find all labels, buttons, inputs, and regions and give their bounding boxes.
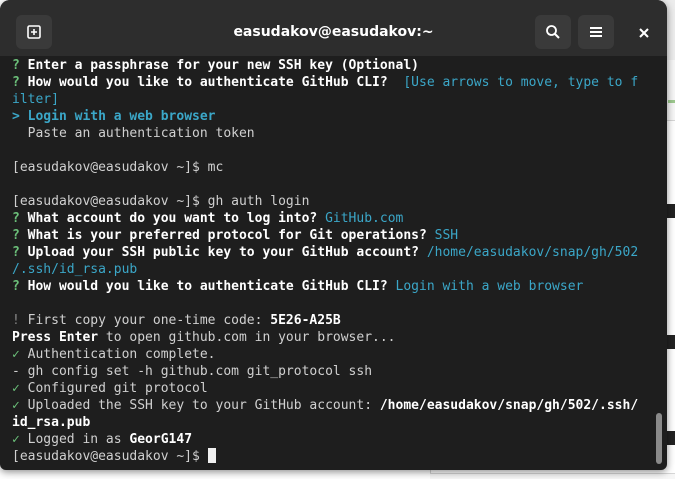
status-text: Authentication complete. xyxy=(19,347,216,362)
prompt-answer: SSH xyxy=(426,228,459,243)
header-bar: easudakov@easudakov:~ xyxy=(0,0,667,56)
terminal-line: id_rsa.pub xyxy=(12,414,654,431)
new-tab-icon xyxy=(27,25,41,39)
key-hint: Press Enter xyxy=(12,330,99,345)
checkmark-icon: ✓ xyxy=(12,381,20,396)
checkmark-icon: ✓ xyxy=(12,347,20,362)
notice-mark: ! xyxy=(12,313,20,328)
prompt-answer: /.ssh/id_rsa.pub xyxy=(12,262,138,277)
prompt-mark: ? xyxy=(12,279,20,294)
status-text: Uploaded the SSH key to your GitHub acco… xyxy=(19,398,380,413)
terminal-line: [easudakov@easudakov ~]$ mc xyxy=(12,159,654,176)
prompt-hint: [Use arrows to move, type to f xyxy=(387,75,639,90)
hamburger-menu-icon xyxy=(590,27,602,37)
terminal-line: [easudakov@easudakov ~]$ xyxy=(12,448,654,465)
window-title: easudakov@easudakov:~ xyxy=(233,24,434,40)
prompt-mark: ? xyxy=(12,58,20,73)
status-text: Configured git protocol xyxy=(19,381,208,396)
terminal-line: ✓ Uploaded the SSH key to your GitHub ac… xyxy=(12,397,654,414)
terminal-line: Press Enter to open github.com in your b… xyxy=(12,329,654,346)
prompt-mark: ? xyxy=(12,75,20,90)
terminal-line: Paste an authentication token xyxy=(12,125,654,142)
key-path: /home/easudakov/snap/gh/502/.ssh/ xyxy=(379,398,639,413)
prompt-question: What account do you want to log into? xyxy=(19,211,318,226)
key-path: id_rsa.pub xyxy=(12,415,91,430)
status-text: Logged in as xyxy=(19,432,130,447)
terminal-line: /.ssh/id_rsa.pub xyxy=(12,261,654,278)
menu-button[interactable] xyxy=(578,15,614,49)
prompt-answer: /home/easudakov/snap/gh/502 xyxy=(419,245,639,260)
terminal-line: [easudakov@easudakov ~]$ gh auth login xyxy=(12,193,654,210)
search-icon xyxy=(546,25,560,39)
search-button[interactable] xyxy=(535,15,571,49)
prompt-answer: GitHub.com xyxy=(317,211,404,226)
status-text: - gh config set -h github.com git_protoc… xyxy=(12,364,373,379)
checkmark-icon: ✓ xyxy=(12,432,20,447)
terminal-line: ? What account do you want to log into? … xyxy=(12,210,654,227)
terminal-line: ✓ Logged in as GeorG147 xyxy=(12,431,654,448)
one-time-code: 5E26-A25B xyxy=(270,313,341,328)
prompt-question: How would you like to authenticate GitHu… xyxy=(19,279,388,294)
text-cursor xyxy=(207,448,216,463)
selected-option: Login with a web browser xyxy=(19,109,216,124)
terminal-line: ! First copy your one-time code: 5E26-A2… xyxy=(12,312,654,329)
close-button[interactable] xyxy=(634,23,654,43)
terminal-line: ? How would you like to authenticate Git… xyxy=(12,74,654,91)
terminal-line: ? How would you like to authenticate Git… xyxy=(12,278,654,295)
terminal-line: ✓ Authentication complete. xyxy=(12,346,654,363)
shell-prompt: [easudakov@easudakov ~]$ xyxy=(12,449,208,464)
selection-marker: > xyxy=(12,109,20,124)
prompt-question: Enter a passphrase for your new SSH key … xyxy=(19,58,419,73)
prompt-hint: ilter] xyxy=(12,92,59,107)
terminal-line: - gh config set -h github.com git_protoc… xyxy=(12,363,654,380)
terminal-line: > Login with a web browser xyxy=(12,108,654,125)
terminal-line: ✓ Configured git protocol xyxy=(12,380,654,397)
new-tab-button[interactable] xyxy=(16,15,52,49)
prompt-question: What is your preferred protocol for Git … xyxy=(19,228,427,243)
notice-text: to open github.com in your browser... xyxy=(98,330,396,345)
username: GeorG147 xyxy=(129,432,193,447)
close-icon xyxy=(639,28,649,38)
terminal-output[interactable]: ? Enter a passphrase for your new SSH ke… xyxy=(12,57,654,467)
shell-command: [easudakov@easudakov ~]$ mc xyxy=(12,160,224,175)
terminal-line: ? Upload your SSH public key to your Git… xyxy=(12,244,654,261)
terminal-line: ? What is your preferred protocol for Gi… xyxy=(12,227,654,244)
shell-command: [easudakov@easudakov ~]$ gh auth login xyxy=(12,194,310,209)
checkmark-icon: ✓ xyxy=(12,398,20,413)
scrollbar-thumb[interactable] xyxy=(656,413,662,464)
prompt-answer: Login with a web browser xyxy=(387,279,584,294)
prompt-mark: ? xyxy=(12,211,20,226)
menu-option: Paste an authentication token xyxy=(12,126,255,141)
terminal-line: ? Enter a passphrase for your new SSH ke… xyxy=(12,57,654,74)
prompt-mark: ? xyxy=(12,245,20,260)
background-accent xyxy=(668,100,675,103)
notice-text: First copy your one-time code: xyxy=(19,313,271,328)
prompt-question: Upload your SSH public key to your GitHu… xyxy=(19,245,419,260)
terminal-window: easudakov@easudakov:~ ? Enter a passphra… xyxy=(0,0,667,470)
prompt-question: How would you like to authenticate GitHu… xyxy=(19,75,388,90)
terminal-line: ilter] xyxy=(12,91,654,108)
prompt-mark: ? xyxy=(12,228,20,243)
